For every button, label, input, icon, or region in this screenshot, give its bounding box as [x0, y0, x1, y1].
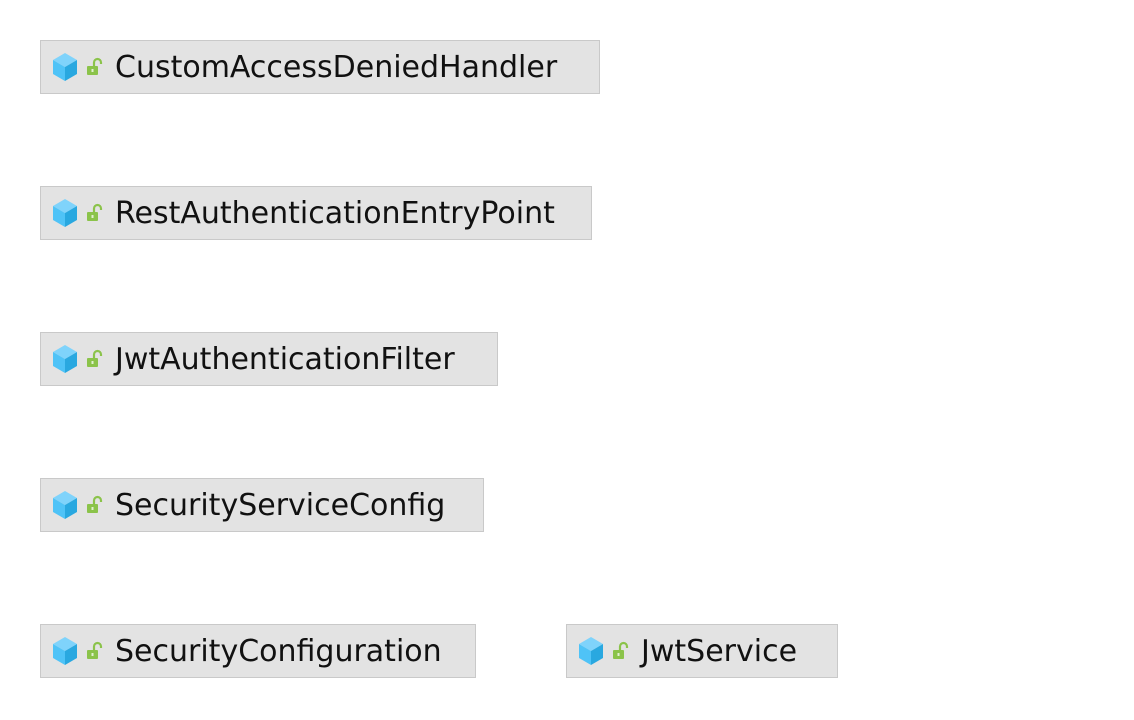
class-cube-icon [52, 198, 78, 228]
class-name-label: RestAuthenticationEntryPoint [115, 195, 555, 231]
unlocked-padlock-icon [85, 349, 105, 369]
class-node-jwt-service[interactable]: JwtService [566, 624, 838, 678]
class-node-rest-authentication-entry-point[interactable]: RestAuthenticationEntryPoint [40, 186, 592, 240]
class-node-jwt-authentication-filter[interactable]: JwtAuthenticationFilter [40, 332, 498, 386]
unlocked-padlock-icon [85, 57, 105, 77]
class-node-security-service-config[interactable]: SecurityServiceConfig [40, 478, 484, 532]
class-name-label: JwtAuthenticationFilter [115, 341, 455, 377]
class-name-label: CustomAccessDeniedHandler [115, 49, 558, 85]
uml-class-diagram: { "colors": { "node_fill": "#e3e3e3", "n… [0, 0, 1134, 720]
class-cube-icon [52, 636, 78, 666]
class-cube-icon [52, 344, 78, 374]
class-node-security-configuration[interactable]: SecurityConfiguration [40, 624, 476, 678]
unlocked-padlock-icon [611, 641, 631, 661]
unlocked-padlock-icon [85, 203, 105, 223]
unlocked-padlock-icon [85, 641, 105, 661]
class-node-custom-access-denied-handler[interactable]: CustomAccessDeniedHandler [40, 40, 600, 94]
class-cube-icon [52, 490, 78, 520]
class-cube-icon [578, 636, 604, 666]
class-name-label: JwtService [641, 633, 798, 669]
class-name-label: SecurityServiceConfig [115, 487, 446, 523]
unlocked-padlock-icon [85, 495, 105, 515]
class-cube-icon [52, 52, 78, 82]
class-name-label: SecurityConfiguration [115, 633, 442, 669]
